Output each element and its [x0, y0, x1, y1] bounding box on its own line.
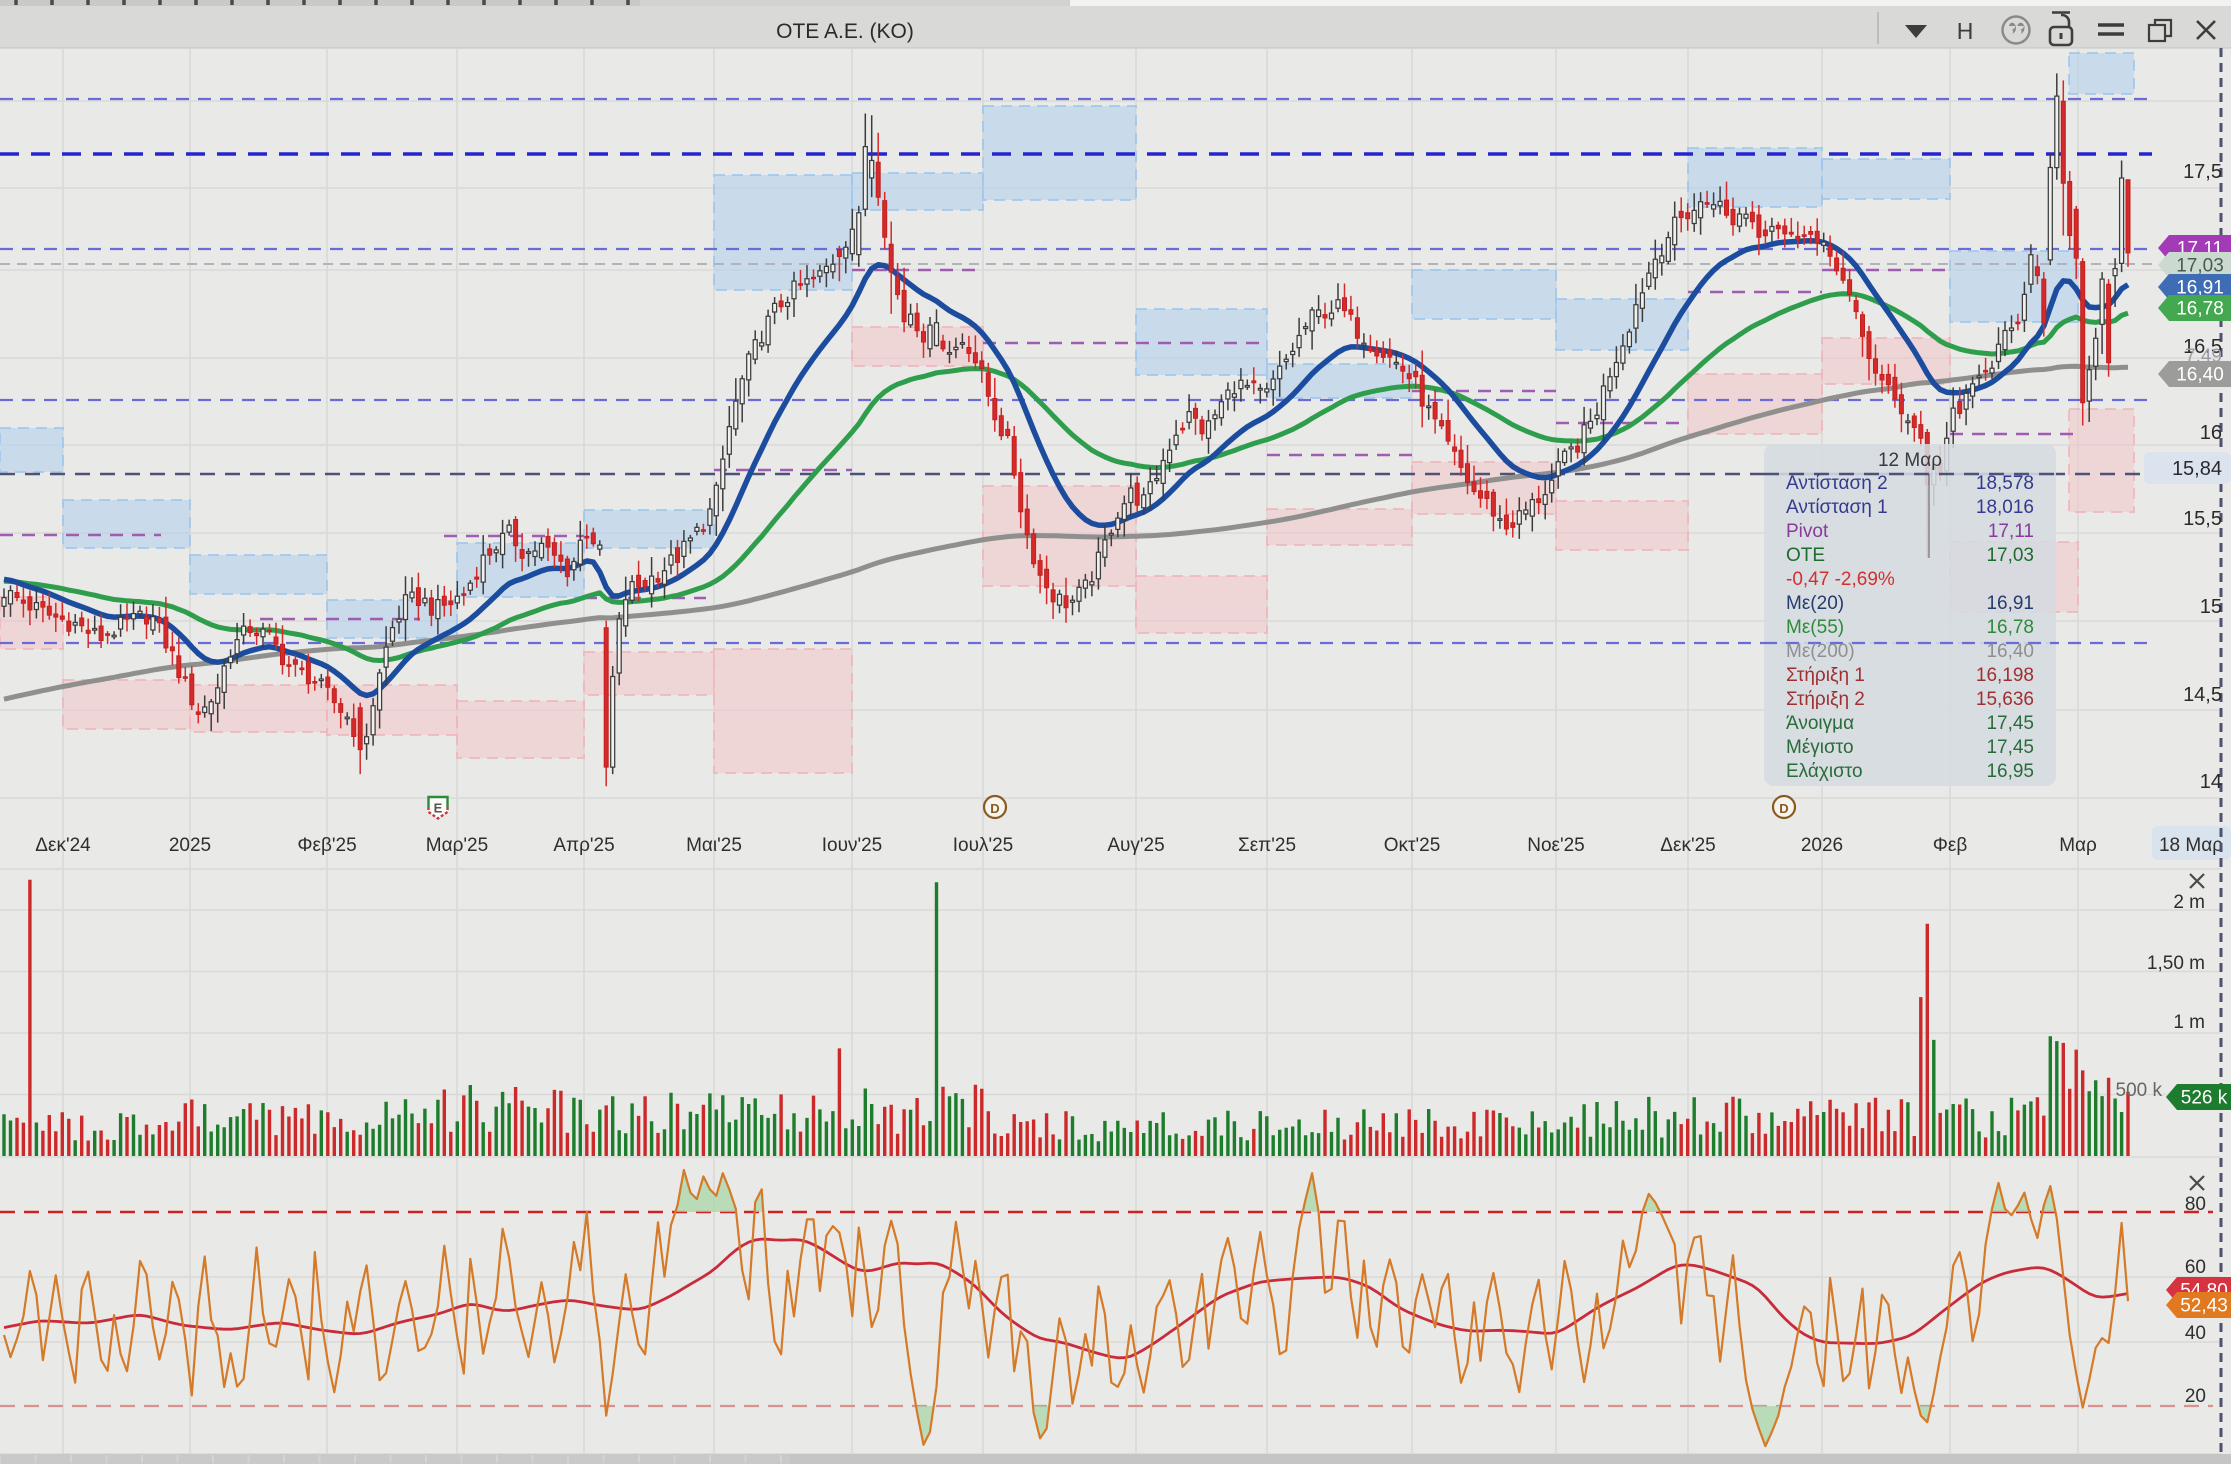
svg-text:17,5: 17,5: [2183, 161, 2222, 183]
svg-text:E: E: [434, 801, 443, 816]
svg-text:2 m: 2 m: [2173, 892, 2205, 913]
svg-text:Αντίσταση 1: Αντίσταση 1: [1786, 497, 1888, 518]
svg-text:2026: 2026: [1801, 835, 1843, 856]
svg-text:Με(200): Με(200): [1786, 641, 1855, 662]
svg-text:17,03: 17,03: [1986, 545, 2034, 566]
svg-text:16,40: 16,40: [2176, 365, 2224, 386]
svg-text:OTE: OTE: [1786, 545, 1825, 566]
svg-text:16,78: 16,78: [2176, 299, 2224, 320]
svg-text:60: 60: [2185, 1257, 2206, 1278]
svg-text:OTE A.E. (KO): OTE A.E. (KO): [776, 20, 914, 43]
svg-text:Ιουλ'25: Ιουλ'25: [953, 835, 1014, 856]
svg-text:Δεκ'25: Δεκ'25: [1660, 835, 1715, 856]
svg-text:Φεβ'25: Φεβ'25: [297, 835, 356, 856]
svg-text:18,578: 18,578: [1976, 473, 2034, 494]
svg-text:Δεκ'24: Δεκ'24: [35, 835, 91, 856]
svg-text:D: D: [990, 801, 999, 816]
svg-text:Pivot: Pivot: [1786, 521, 1829, 542]
svg-text:17,11: 17,11: [1988, 521, 2034, 542]
svg-text:H: H: [1957, 18, 1974, 44]
svg-text:D: D: [1779, 801, 1788, 816]
svg-text:17,45: 17,45: [1986, 713, 2034, 734]
svg-text:20: 20: [2185, 1386, 2206, 1407]
svg-text:500 k: 500 k: [2116, 1080, 2163, 1101]
svg-text:14: 14: [2200, 771, 2222, 793]
svg-text:Ελάχιστο: Ελάχιστο: [1786, 761, 1863, 782]
svg-text:-0,47 -2,69%: -0,47 -2,69%: [1786, 569, 1895, 590]
svg-text:80: 80: [2185, 1194, 2206, 1215]
svg-text:Με(55): Με(55): [1786, 617, 1844, 638]
svg-text:17,03: 17,03: [2176, 256, 2224, 277]
svg-text:526 k: 526 k: [2181, 1088, 2228, 1109]
svg-text:Με(20): Με(20): [1786, 593, 1844, 614]
svg-text:Μέγιστο: Μέγιστο: [1786, 737, 1854, 758]
svg-text:2025: 2025: [169, 835, 211, 856]
svg-text:1,50 m: 1,50 m: [2147, 953, 2205, 974]
svg-text:Ιουν'25: Ιουν'25: [822, 835, 883, 856]
svg-text:16,91: 16,91: [1986, 593, 2034, 614]
svg-text:16: 16: [2200, 422, 2222, 444]
svg-text:17,45: 17,45: [1986, 737, 2034, 758]
svg-text:Μαρ'25: Μαρ'25: [426, 835, 488, 856]
svg-text:15,636: 15,636: [1976, 689, 2034, 710]
svg-text:Οκτ'25: Οκτ'25: [1384, 835, 1441, 856]
svg-text:Νοε'25: Νοε'25: [1527, 835, 1585, 856]
svg-text:Φεβ: Φεβ: [1933, 835, 1968, 856]
svg-text:Σεπ'25: Σεπ'25: [1238, 835, 1296, 856]
svg-text:15,5: 15,5: [2183, 508, 2222, 530]
svg-text:18,016: 18,016: [1976, 497, 2034, 518]
svg-text:40: 40: [2185, 1323, 2206, 1344]
svg-text:Άνοιγμα: Άνοιγμα: [1786, 713, 1854, 734]
svg-text:Στήριξη 2: Στήριξη 2: [1786, 689, 1865, 710]
svg-text:Μαρ: Μαρ: [2059, 835, 2097, 856]
svg-text:14,5: 14,5: [2183, 684, 2222, 706]
svg-text:1 m: 1 m: [2173, 1012, 2205, 1033]
svg-text:15: 15: [2200, 596, 2222, 618]
svg-text:16,78: 16,78: [1986, 617, 2034, 638]
svg-text:16,95: 16,95: [1986, 761, 2034, 782]
svg-text:18 Μαρ: 18 Μαρ: [2159, 835, 2223, 856]
svg-text:16,40: 16,40: [1986, 641, 2034, 662]
svg-text:12 Μαρ: 12 Μαρ: [1878, 450, 1942, 471]
svg-text:15,84: 15,84: [2172, 458, 2222, 480]
svg-text:Μαι'25: Μαι'25: [686, 835, 742, 856]
svg-text:Στήριξη 1: Στήριξη 1: [1786, 665, 1865, 686]
svg-text:Αντίσταση 2: Αντίσταση 2: [1786, 473, 1888, 494]
svg-text:16,198: 16,198: [1976, 665, 2034, 686]
svg-text:Απρ'25: Απρ'25: [553, 835, 614, 856]
svg-text:52,43: 52,43: [2180, 1296, 2228, 1317]
svg-text:Αυγ'25: Αυγ'25: [1107, 835, 1164, 856]
